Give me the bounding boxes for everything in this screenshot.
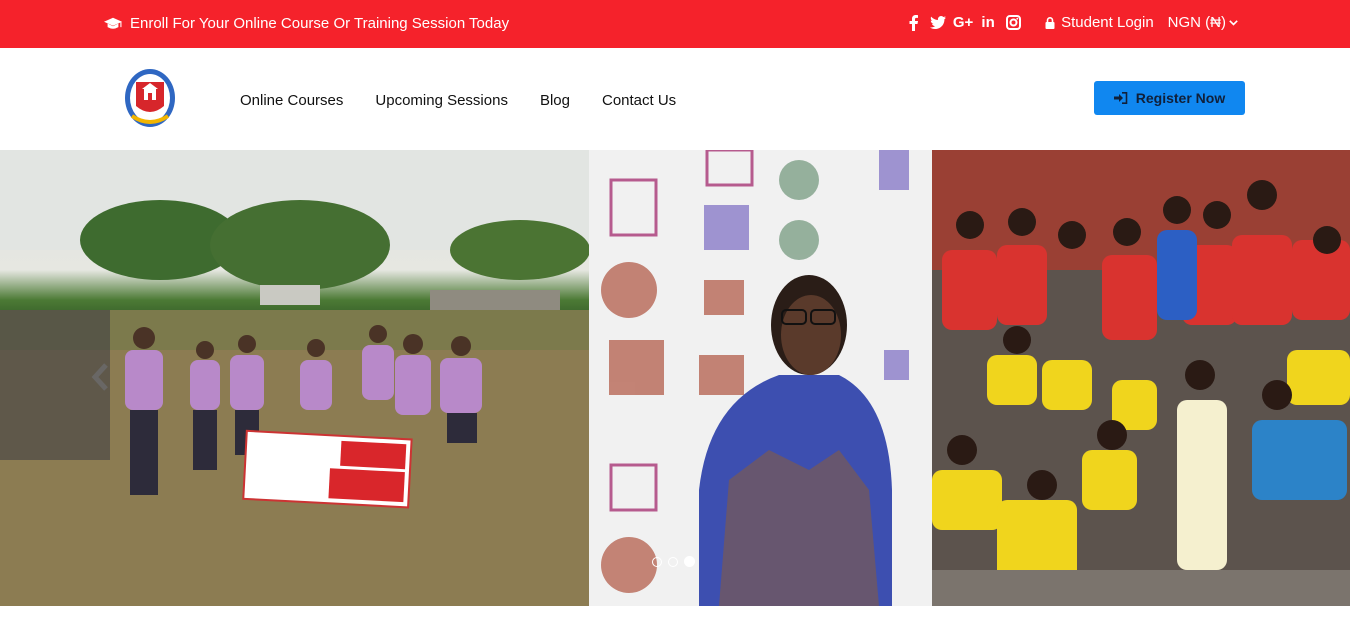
nav-blog[interactable]: Blog: [540, 92, 570, 109]
register-now-button[interactable]: Register Now: [1094, 81, 1245, 115]
facebook-icon[interactable]: [905, 14, 921, 31]
enroll-text: Enroll For Your Online Course Or Trainin…: [130, 15, 510, 32]
graduation-cap-icon: [104, 17, 122, 29]
currency-label: NGN (₦): [1167, 14, 1226, 31]
carousel-prev-arrow[interactable]: [90, 362, 110, 392]
hero-photo-backdrop-portrait: [589, 150, 932, 606]
hero-photo-children-group: [932, 150, 1350, 606]
page-content-start: [0, 606, 1350, 634]
nav-contact-us[interactable]: Contact Us: [602, 92, 676, 109]
hero-photo-sports-parade: [0, 150, 589, 606]
nav-online-courses[interactable]: Online Courses: [240, 92, 343, 109]
student-login-link[interactable]: Student Login: [1045, 14, 1154, 31]
carousel-dot-3[interactable]: [684, 556, 695, 567]
top-bar: Enroll For Your Online Course Or Trainin…: [0, 0, 1350, 48]
student-login-label: Student Login: [1061, 14, 1154, 31]
instagram-icon[interactable]: [1005, 15, 1021, 31]
carousel-dot-1[interactable]: [652, 556, 662, 567]
linkedin-icon[interactable]: in: [980, 14, 996, 31]
site-header: Online Courses Upcoming Sessions Blog Co…: [0, 48, 1350, 150]
sign-in-icon: [1113, 92, 1128, 104]
nav-upcoming-sessions[interactable]: Upcoming Sessions: [375, 92, 508, 109]
main-nav: Online Courses Upcoming Sessions Blog Co…: [240, 92, 676, 109]
twitter-icon[interactable]: [930, 15, 947, 31]
carousel-dot-2[interactable]: [668, 556, 678, 567]
hero-carousel: [0, 150, 1350, 606]
google-plus-icon[interactable]: G+: [953, 14, 973, 31]
school-logo[interactable]: [124, 68, 176, 130]
chevron-down-icon: [1229, 19, 1238, 26]
social-links: G+ in: [905, 14, 1021, 31]
carousel-indicators: [652, 556, 695, 567]
register-now-label: Register Now: [1135, 90, 1226, 106]
enroll-announcement: Enroll For Your Online Course Or Trainin…: [104, 15, 509, 32]
currency-selector[interactable]: NGN (₦): [1168, 14, 1238, 31]
lock-icon: [1045, 16, 1055, 29]
